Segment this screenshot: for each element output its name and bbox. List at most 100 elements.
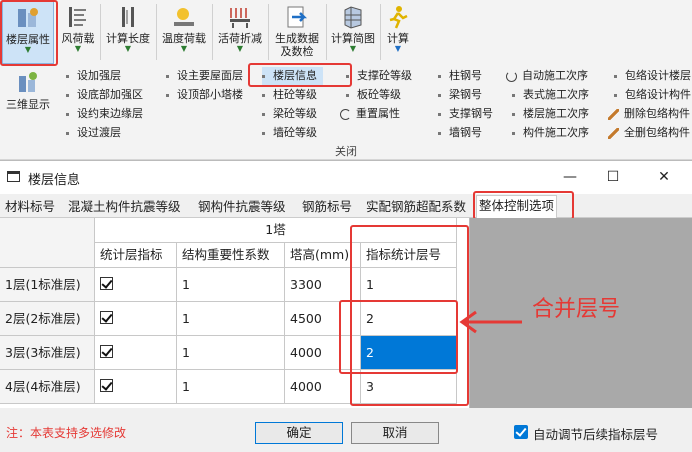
reset-icon: [340, 108, 351, 120]
close-ribbon-label[interactable]: 关闭: [0, 145, 692, 159]
three-d-display-icon: [19, 72, 37, 92]
highlight-floor-properties: [0, 0, 58, 66]
calculate-button[interactable]: 计算 ▼: [382, 0, 414, 64]
dialog-titlebar: 楼层信息 — ☐ ✕: [0, 161, 692, 194]
ok-button[interactable]: 确定: [255, 422, 343, 444]
maximize-button[interactable]: ☐: [601, 165, 625, 189]
calc-diagram-button[interactable]: 计算简图 ▼: [328, 0, 378, 64]
chevron-down-icon: ▼: [74, 44, 82, 53]
tab-rebar-grade[interactable]: 钢筋标号: [300, 197, 354, 218]
three-d-display-button[interactable]: 三维显示: [2, 66, 54, 116]
merge-floor-annotation: 合并层号: [532, 297, 621, 322]
envelope-design-floor[interactable]: 包络设计楼层: [614, 67, 691, 85]
ribbon-toolbar: 楼层属性 ▼ 风荷载 ▼ 计算长度 ▼ 温度荷载 ▼ 活荷折减 ▼ 生成数据 及…: [0, 0, 692, 160]
table-construction-order[interactable]: 表式施工次序: [512, 86, 589, 104]
reset-properties[interactable]: 重置属性: [340, 105, 400, 123]
auto-construction-order[interactable]: 自动施工次序: [506, 67, 588, 85]
beam-concrete-grade[interactable]: 梁砼等级: [262, 105, 317, 123]
column-concrete-grade-label: 柱砼等级: [273, 88, 317, 101]
brace-concrete-grade-label: 支撑砼等级: [357, 69, 412, 82]
tab-steel-seismic[interactable]: 钢构件抗震等级: [196, 197, 288, 218]
wind-load-button[interactable]: 风荷载 ▼: [58, 0, 98, 64]
member-construction-order[interactable]: 构件施工次序: [512, 124, 589, 142]
set-transition-floor-label: 设过渡层: [77, 126, 121, 139]
cancel-button[interactable]: 取消: [351, 422, 439, 444]
tab-rebar-overdesign[interactable]: 实配钢筋超配系数: [364, 197, 468, 218]
set-strengthened-floor-label: 设加强层: [77, 69, 121, 82]
importance-cell[interactable]: 1: [177, 302, 285, 336]
temperature-load-button[interactable]: 温度荷载 ▼: [158, 0, 210, 64]
wall-steel-grade[interactable]: 墙钢号: [438, 124, 482, 142]
chevron-down-icon: ▼: [236, 44, 244, 53]
delete-envelope-member[interactable]: 删除包络构件: [608, 105, 690, 123]
floor-construction-order[interactable]: 楼层施工次序: [512, 105, 589, 123]
delete-all-envelope-member-label: 全删包络构件: [624, 126, 690, 139]
delete-all-envelope-member[interactable]: 全删包络构件: [608, 124, 690, 142]
stat-checkbox-cell[interactable]: [95, 268, 177, 302]
beam-steel-grade[interactable]: 梁钢号: [438, 86, 482, 104]
chevron-down-icon: ▼: [180, 44, 188, 53]
row-header[interactable]: 2层(2标准层): [0, 302, 95, 336]
highlight-merged-rows: [339, 300, 458, 374]
set-strengthened-floor[interactable]: 设加强层: [66, 67, 121, 85]
set-constraint-edge[interactable]: 设约束边缘层: [66, 105, 143, 123]
chevron-down-icon: ▼: [394, 44, 402, 53]
brace-concrete-grade[interactable]: 支撑砼等级: [346, 67, 412, 85]
dialog-footer: 注：本表支持多选修改 确定 取消 自动调节后续指标层号: [0, 408, 692, 452]
checkbox[interactable]: [100, 311, 113, 324]
tab-material-grade[interactable]: 材料标号: [3, 197, 57, 218]
stat-checkbox-cell[interactable]: [95, 370, 177, 404]
refresh-icon: [506, 70, 517, 82]
set-constraint-edge-label: 设约束边缘层: [77, 107, 143, 120]
generate-data-label-2: 及数检: [280, 45, 314, 58]
live-load-reduction-icon: [230, 8, 250, 28]
minimize-button[interactable]: —: [558, 165, 582, 189]
tab-concrete-seismic[interactable]: 混凝土构件抗震等级: [66, 197, 183, 218]
stat-checkbox-cell[interactable]: [95, 302, 177, 336]
calc-diagram-icon: [344, 6, 362, 29]
column-concrete-grade[interactable]: 柱砼等级: [262, 86, 317, 104]
generate-data-button[interactable]: 生成数据 及数检: [270, 0, 324, 64]
floor-construction-order-label: 楼层施工次序: [523, 107, 589, 120]
calc-length-button[interactable]: 计算长度 ▼: [102, 0, 154, 64]
eraser-icon: [608, 108, 619, 120]
column-steel-grade[interactable]: 柱钢号: [438, 67, 482, 85]
importance-cell[interactable]: 1: [177, 268, 285, 302]
eraser-icon: [608, 127, 619, 139]
brace-steel-grade-label: 支撑钢号: [449, 107, 493, 120]
row-header[interactable]: 4层(4标准层): [0, 370, 95, 404]
set-top-tower[interactable]: 设顶部小塔楼: [166, 86, 243, 104]
checkbox[interactable]: [100, 345, 113, 358]
row-header[interactable]: 3层(3标准层): [0, 336, 95, 370]
checkbox[interactable]: [100, 379, 113, 392]
highlight-global-control-tab: [473, 191, 574, 220]
wall-concrete-grade[interactable]: 墙砼等级: [262, 124, 317, 142]
set-bottom-strengthen[interactable]: 设底部加强区: [66, 86, 143, 104]
auto-adjust-label: 自动调节后续指标层号: [533, 427, 659, 442]
column-steel-grade-label: 柱钢号: [449, 69, 482, 82]
row-header[interactable]: 1层(1标准层): [0, 268, 95, 302]
wind-load-icon: [69, 7, 86, 27]
set-main-roof[interactable]: 设主要屋面层: [166, 67, 243, 85]
reset-properties-label: 重置属性: [356, 107, 400, 120]
set-main-roof-label: 设主要屋面层: [177, 69, 243, 82]
envelope-design-floor-label: 包络设计楼层: [625, 69, 691, 82]
beam-steel-grade-label: 梁钢号: [449, 88, 482, 101]
multi-select-note: 注：本表支持多选修改: [6, 426, 127, 440]
table-corner: [0, 218, 95, 268]
slab-concrete-grade[interactable]: 板砼等级: [346, 86, 401, 104]
wall-concrete-grade-label: 墙砼等级: [273, 126, 317, 139]
close-button[interactable]: ✕: [652, 165, 676, 189]
window-icon: [7, 171, 20, 182]
set-transition-floor[interactable]: 设过渡层: [66, 124, 121, 142]
chevron-down-icon: ▼: [124, 44, 132, 53]
stat-checkbox-cell[interactable]: [95, 336, 177, 370]
live-load-reduction-button[interactable]: 活荷折减 ▼: [214, 0, 266, 64]
importance-cell[interactable]: 1: [177, 370, 285, 404]
brace-steel-grade[interactable]: 支撑钢号: [438, 105, 493, 123]
envelope-design-member[interactable]: 包络设计构件: [614, 86, 691, 104]
floor-info-dialog: 楼层信息 — ☐ ✕ 材料标号 混凝土构件抗震等级 钢构件抗震等级 钢筋标号 实…: [0, 160, 692, 452]
checkbox[interactable]: [100, 277, 113, 290]
auto-adjust-checkbox[interactable]: [514, 425, 528, 439]
importance-cell[interactable]: 1: [177, 336, 285, 370]
